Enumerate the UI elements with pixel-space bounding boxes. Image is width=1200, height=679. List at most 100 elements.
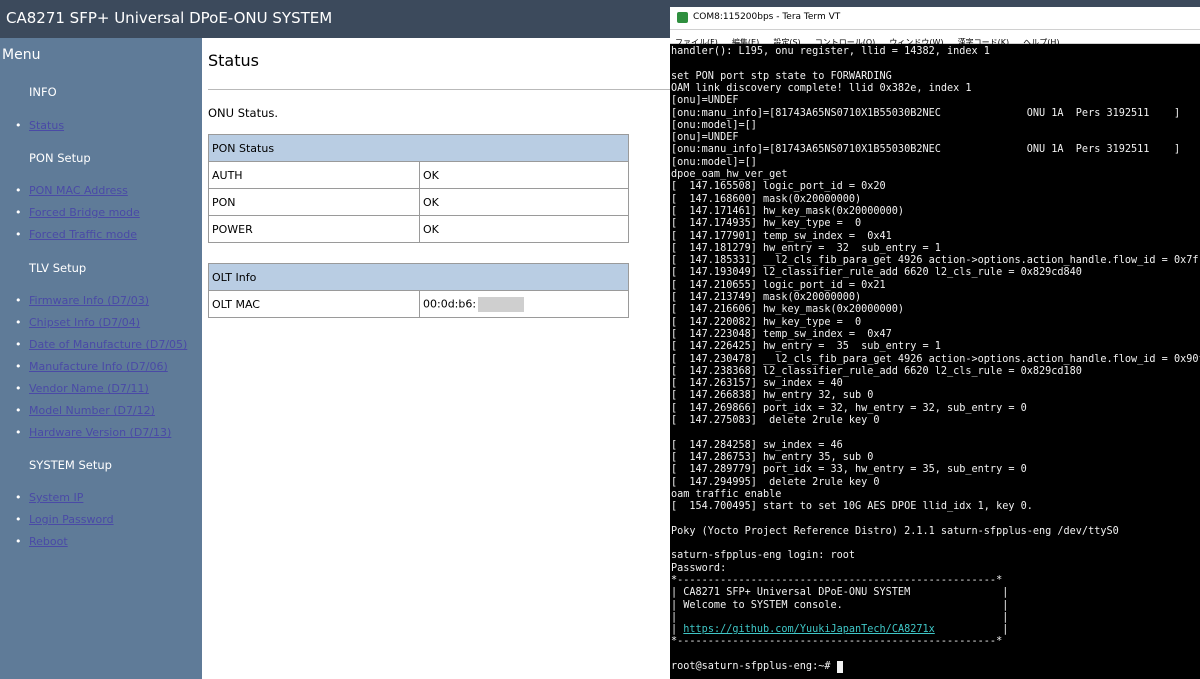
sidebar-item-manufacture-info[interactable]: • Manufacture Info (D7/06) bbox=[15, 360, 168, 373]
pon-status-header: PON Status bbox=[208, 134, 629, 162]
table-row: AUTH OK bbox=[208, 161, 629, 189]
terminal-line: | Welcome to SYSTEM console. | bbox=[671, 599, 1009, 611]
row-key: POWER bbox=[208, 215, 420, 243]
sidebar-item-reboot[interactable]: • Reboot bbox=[15, 535, 68, 548]
table-row: PON OK bbox=[208, 188, 629, 216]
sidebar-item-forced-bridge-mode[interactable]: • Forced Bridge mode bbox=[15, 206, 140, 219]
row-value: 00:0d:b6: bbox=[423, 297, 477, 310]
terminal-line: [ 147.193049] l2_classifier_rule_add 662… bbox=[671, 267, 1082, 279]
terminal-line: Password: bbox=[671, 562, 727, 574]
sidebar-item-label[interactable]: Login Password bbox=[29, 513, 114, 526]
terminal-line: [onu:model]=[] bbox=[671, 156, 757, 168]
sidebar-item-label[interactable]: Manufacture Info (D7/06) bbox=[29, 360, 168, 373]
sidebar-item-label[interactable]: Forced Traffic mode bbox=[29, 228, 137, 241]
sidebar-item-label[interactable]: Chipset Info (D7/04) bbox=[29, 316, 140, 329]
terminal-line: [ 147.216606] hw_key_mask(0x20000000) bbox=[671, 304, 905, 316]
bullet-icon: • bbox=[15, 228, 22, 241]
sidebar-item-system-ip[interactable]: • System IP bbox=[15, 491, 83, 504]
terminal-line: [ 147.266838] hw_entry 32, sub 0 bbox=[671, 390, 874, 402]
terminal-line: *---------------------------------------… bbox=[671, 574, 1003, 586]
terminal-line: [ 147.213749] mask(0x20000000) bbox=[671, 292, 862, 303]
row-key: OLT MAC bbox=[208, 290, 420, 318]
terminal-line-text: | bbox=[934, 624, 1009, 636]
terminal-line: [ 147.165508] logic_port_id = 0x20 bbox=[671, 181, 886, 193]
sidebar: Menu INFO • Status PON Setup • PON MAC Add… bbox=[0, 38, 202, 679]
sidebar-item-chipset-info[interactable]: • Chipset Info (D7/04) bbox=[15, 316, 140, 329]
onu-status-label: ONU Status. bbox=[208, 106, 279, 120]
sidebar-item-label[interactable]: Date of Manufacture (D7/05) bbox=[29, 338, 187, 351]
olt-info-header: OLT Info bbox=[208, 263, 629, 291]
sidebar-item-label[interactable]: Reboot bbox=[29, 535, 68, 548]
terminal-titlebar[interactable]: COM8:115200bps - Tera Term VT bbox=[670, 7, 1200, 30]
terminal-menubar: ファイル(F) 編集(E) 設定(S) コントロール(O) ウィンドウ(W) 漢… bbox=[670, 30, 1200, 47]
github-link[interactable]: https://github.com/YuukiJapanTech/CA8271… bbox=[683, 624, 934, 635]
sidebar-item-label[interactable]: PON MAC Address bbox=[29, 184, 128, 197]
bullet-icon: • bbox=[15, 491, 22, 504]
terminal-line: [onu:model]=[] bbox=[671, 119, 757, 131]
sidebar-item-label[interactable]: System IP bbox=[29, 491, 83, 504]
sidebar-item-pon-mac-address[interactable]: • PON MAC Address bbox=[15, 184, 128, 197]
terminal-line: | CA8271 SFP+ Universal DPoE-ONU SYSTEM … bbox=[671, 587, 1009, 599]
sidebar-section-tlv-setup: TLV Setup bbox=[29, 261, 87, 275]
bullet-icon: • bbox=[15, 316, 22, 329]
bullet-icon: • bbox=[15, 360, 22, 373]
terminal-line: [ 147.226425] hw_entry = 35 sub_entry = … bbox=[671, 341, 941, 353]
terminal-line: | | bbox=[671, 611, 1009, 623]
terminal-line: [ 147.171461] hw_key_mask(0x20000000) bbox=[671, 205, 905, 217]
teraterm-app-icon bbox=[677, 12, 688, 23]
terminal-line: [ 147.220082] hw_key_type = 0 bbox=[671, 316, 862, 328]
terminal-line: [ 147.275083] delete 2rule key 0 bbox=[671, 415, 880, 426]
row-value: OK bbox=[419, 188, 629, 216]
sidebar-item-label[interactable]: Model Number (D7/12) bbox=[29, 404, 155, 417]
sidebar-item-firmware-info[interactable]: • Firmware Info (D7/03) bbox=[15, 294, 149, 307]
sidebar-item-hardware-version[interactable]: • Hardware Version (D7/13) bbox=[15, 426, 171, 439]
app-title: CA8271 SFP+ Universal DPoE-ONU SYSTEM bbox=[6, 9, 333, 27]
sidebar-item-label[interactable]: Hardware Version (D7/13) bbox=[29, 426, 171, 439]
terminal-line: root@saturn-sfpplus-eng:~# bbox=[671, 661, 837, 672]
sidebar-item-label[interactable]: Vendor Name (D7/11) bbox=[29, 382, 149, 395]
terminal-line: [onu]=UNDEF bbox=[671, 132, 739, 144]
sidebar-item-status[interactable]: • Status bbox=[15, 119, 64, 132]
bullet-icon: • bbox=[15, 535, 22, 548]
terminal-line: [ 147.263157] sw_index = 40 bbox=[671, 378, 843, 390]
sidebar-item-date-of-manufacture[interactable]: • Date of Manufacture (D7/05) bbox=[15, 338, 187, 351]
terminal-line: *---------------------------------------… bbox=[671, 636, 1003, 648]
terminal-line: [ 154.700495] start to set 10G AES DPOE … bbox=[671, 501, 1033, 513]
terminal-line: handler(): L195, onu register, llid = 14… bbox=[671, 46, 990, 57]
terminal-screen[interactable]: handler(): L195, onu register, llid = 14… bbox=[670, 44, 1200, 679]
bullet-icon: • bbox=[15, 426, 22, 439]
sidebar-item-login-password[interactable]: • Login Password bbox=[15, 513, 114, 526]
terminal-line: [ 147.185331] __l2_cls_fib_para_get 4926… bbox=[671, 255, 1200, 267]
terminal-line: [ 147.286753] hw_entry 35, sub 0 bbox=[671, 451, 874, 463]
sidebar-item-vendor-name[interactable]: • Vendor Name (D7/11) bbox=[15, 382, 149, 395]
main-content: Status ONU Status. PON Status AUTH OK PO… bbox=[202, 38, 672, 679]
terminal-line: [ 147.210655] logic_port_id = 0x21 bbox=[671, 279, 886, 291]
terminal-line: [ 147.289779] port_idx = 33, hw_entry = … bbox=[671, 464, 1027, 476]
sidebar-section-info: INFO bbox=[29, 85, 57, 99]
sidebar-section-system-setup: SYSTEM Setup bbox=[29, 458, 112, 472]
terminal-line: [ 147.269866] port_idx = 32, hw_entry = … bbox=[671, 402, 1027, 414]
sidebar-item-label[interactable]: Forced Bridge mode bbox=[29, 206, 140, 219]
terminal-line: [onu:manu_info]=[81743A65NS0710X1B55030B… bbox=[671, 144, 1181, 156]
title-divider bbox=[208, 89, 672, 90]
olt-info-table: OLT Info OLT MAC 00:0d:b6: bbox=[208, 263, 629, 318]
table-row: OLT MAC 00:0d:b6: bbox=[208, 290, 629, 318]
terminal-line: [ 147.284258] sw_index = 46 bbox=[671, 439, 843, 451]
sidebar-item-label[interactable]: Status bbox=[29, 119, 64, 132]
sidebar-item-forced-traffic-mode[interactable]: • Forced Traffic mode bbox=[15, 228, 137, 241]
sidebar-item-model-number[interactable]: • Model Number (D7/12) bbox=[15, 404, 155, 417]
bullet-icon: • bbox=[15, 404, 22, 417]
sidebar-item-label[interactable]: Firmware Info (D7/03) bbox=[29, 294, 149, 307]
bullet-icon: • bbox=[15, 119, 22, 132]
row-value: OK bbox=[419, 215, 629, 243]
olt-mac-cell: 00:0d:b6: bbox=[419, 290, 629, 318]
terminal-line: dpoe_oam_hw_ver_get bbox=[671, 169, 788, 180]
terminal-line: Poky (Yocto Project Reference Distro) 2.… bbox=[671, 525, 1119, 537]
terminal-line: [ 147.181279] hw_entry = 32 sub_entry = … bbox=[671, 242, 941, 254]
bullet-icon: • bbox=[15, 206, 22, 219]
pon-status-table: PON Status AUTH OK PON OK POWER OK bbox=[208, 134, 629, 243]
terminal-window: COM8:115200bps - Tera Term VT ファイル(F) 編集… bbox=[670, 7, 1200, 679]
bullet-icon: • bbox=[15, 294, 22, 307]
bullet-icon: • bbox=[15, 382, 22, 395]
sidebar-section-pon-setup: PON Setup bbox=[29, 151, 91, 165]
